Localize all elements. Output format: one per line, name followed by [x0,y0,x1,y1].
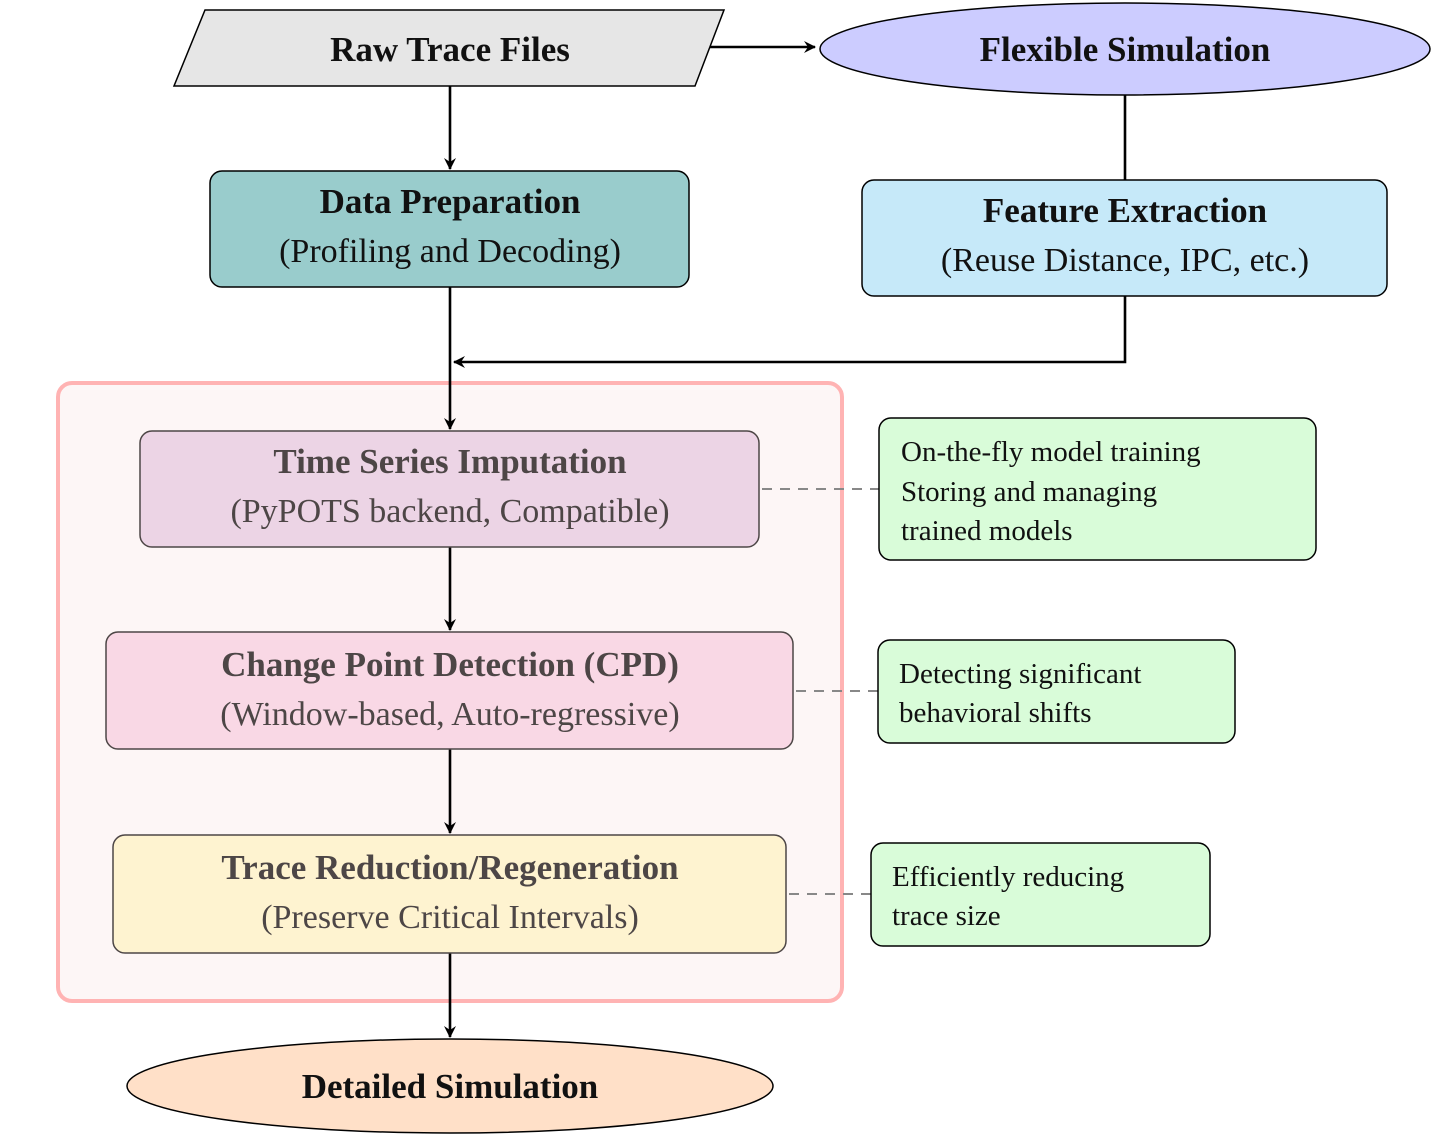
node-title: Flexible Simulation [980,30,1271,69]
node-trace-reduction: Trace Reduction/Regeneration (Preserve C… [112,834,787,954]
node-raw-trace-files: Raw Trace Files [172,9,726,87]
node-subtitle: (Profiling and Decoding) [279,233,621,270]
node-title: Detailed Simulation [302,1067,599,1106]
node-time-series-imputation: Time Series Imputation (PyPOTS backend, … [139,430,760,548]
node-title: Raw Trace Files [330,30,570,69]
note-line: On-the-fly model training [901,436,1201,468]
node-title: Trace Reduction/Regeneration [221,848,678,887]
node-subtitle: (PyPOTS backend, Compatible) [230,493,669,530]
node-flexible-simulation: Flexible Simulation [819,2,1431,96]
node-title: Data Preparation [320,182,581,221]
note-line: Detecting significant [899,658,1141,690]
node-change-point-detection: Change Point Detection (CPD) (Window-bas… [105,631,794,750]
note-line: behavioral shifts [899,697,1091,729]
note-line: trace size [892,900,1001,932]
node-detailed-simulation: Detailed Simulation [126,1038,774,1134]
note-model-training: On-the-fly model training Storing and ma… [878,417,1317,561]
note-behavioral-shifts: Detecting significant behavioral shifts [877,639,1236,744]
node-subtitle: (Window-based, Auto-regressive) [220,696,679,733]
note-line: Efficiently reducing [892,861,1124,893]
node-title: Feature Extraction [983,191,1267,230]
node-data-preparation: Data Preparation (Profiling and Decoding… [209,170,690,288]
edge-feat-merge [453,296,1127,368]
node-title: Change Point Detection (CPD) [221,645,679,684]
node-subtitle: (Preserve Critical Intervals) [261,899,639,936]
node-subtitle: (Reuse Distance, IPC, etc.) [941,242,1309,279]
flowchart: Raw Trace Files Flexible Simulation Data… [56,2,1431,1134]
node-feature-extraction: Feature Extraction (Reuse Distance, IPC,… [861,179,1388,297]
note-trace-size: Efficiently reducing trace size [870,842,1211,947]
node-title: Time Series Imputation [273,442,626,481]
note-line: trained models [901,515,1073,547]
note-line: Storing and managing [901,476,1157,508]
